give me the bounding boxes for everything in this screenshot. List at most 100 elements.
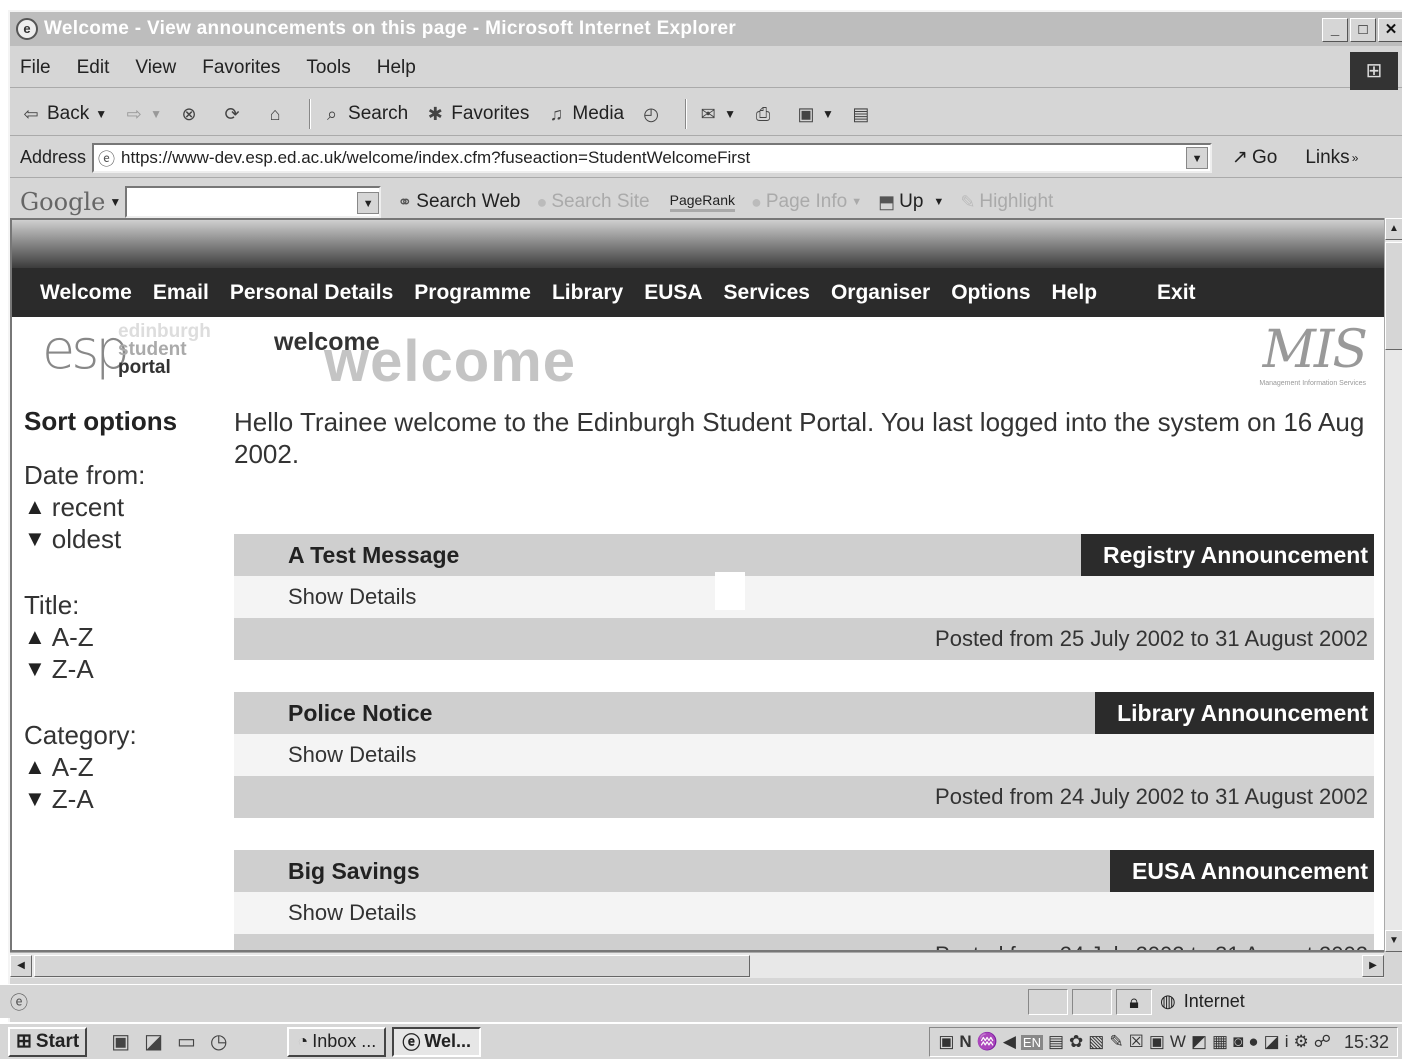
tray-icon[interactable]: ▤ — [1048, 1032, 1064, 1052]
tray-icon[interactable]: ⚙ — [1293, 1032, 1308, 1052]
nav-exit[interactable]: Exit — [1157, 281, 1196, 305]
clock[interactable]: 15:32 — [1344, 1032, 1389, 1053]
page-icon: ⓔ — [98, 150, 116, 169]
back-button[interactable]: ⇦ Back ▼ — [20, 103, 107, 125]
nav-welcome[interactable]: Welcome — [40, 281, 132, 305]
menu-view[interactable]: View — [135, 57, 176, 79]
google-logo[interactable]: Google — [20, 188, 105, 216]
search-site-button[interactable]: ● Search Site — [537, 191, 650, 213]
task-inbox[interactable]: ◔ Inbox ... — [287, 1026, 387, 1057]
tray-icon[interactable]: ◙ — [1233, 1032, 1243, 1052]
tray-icon[interactable]: ▣ — [1149, 1032, 1165, 1052]
announcement-category: Library Announcement — [1095, 692, 1374, 734]
system-tray: ▣ N ♒ ◀︎ EN ▤ ✿ ▧ ✎ ☒ ▣ W ◩ ▦ ◙ ● ◪ i ⚙ … — [929, 1027, 1398, 1057]
vertical-scroll-thumb[interactable] — [1385, 242, 1402, 350]
volume-icon[interactable]: ◀︎ — [1003, 1032, 1016, 1052]
nav-email[interactable]: Email — [153, 281, 209, 305]
nav-eusa[interactable]: EUSA — [644, 281, 702, 305]
menu-help[interactable]: Help — [377, 57, 416, 79]
tray-icon[interactable]: ✎ — [1109, 1032, 1123, 1052]
tray-icon[interactable]: ✿ — [1069, 1032, 1083, 1052]
search-button[interactable]: ⌕ Search — [321, 103, 408, 125]
favorites-button[interactable]: ✱ Favorites — [424, 103, 530, 125]
menu-file[interactable]: File — [20, 57, 51, 79]
show-details-link[interactable]: Show Details — [234, 892, 1374, 934]
nav-organiser[interactable]: Organiser — [831, 281, 930, 305]
up-button[interactable]: ⬒ Up ▼ — [878, 191, 944, 213]
vertical-scrollbar[interactable]: ▲ ▼ — [1384, 218, 1402, 952]
tray-icon[interactable]: ☍ — [1314, 1032, 1331, 1052]
start-button[interactable]: ⊞ Start — [8, 1026, 88, 1057]
refresh-button[interactable]: ⟳ — [221, 103, 248, 125]
nav-help[interactable]: Help — [1052, 281, 1098, 305]
horizontal-scrollbar[interactable]: ◀ ▶ — [10, 952, 1384, 978]
quicklaunch-icon[interactable]: ▣ — [111, 1029, 130, 1054]
nav-personal-details[interactable]: Personal Details — [230, 281, 393, 305]
nav-services[interactable]: Services — [724, 281, 810, 305]
page-info-button[interactable]: ● Page Info ▼ — [751, 191, 862, 213]
sort-date-recent[interactable]: ▲ recent — [24, 491, 224, 523]
tray-icon[interactable]: W — [1170, 1032, 1186, 1052]
menu-favorites[interactable]: Favorites — [202, 57, 280, 79]
nav-programme[interactable]: Programme — [414, 281, 531, 305]
tray-icon[interactable]: ◪ — [1264, 1032, 1280, 1052]
stop-button[interactable]: ⊗ — [178, 103, 205, 125]
home-button[interactable]: ⌂ — [264, 103, 291, 125]
google-search-input[interactable]: ▼ — [125, 186, 382, 218]
nav-library[interactable]: Library — [552, 281, 623, 305]
tray-icon[interactable]: ◩ — [1191, 1032, 1207, 1052]
more-chevron-icon[interactable]: » — [1352, 151, 1359, 165]
tray-icon[interactable]: ☒ — [1129, 1032, 1144, 1052]
close-button[interactable]: ✕ — [1378, 18, 1402, 42]
discuss-button[interactable]: ▤ — [850, 103, 877, 125]
scroll-down-arrow[interactable]: ▼ — [1385, 930, 1402, 952]
maximize-button[interactable]: □ — [1350, 18, 1376, 42]
forward-button[interactable]: ⇨ ▼ — [123, 103, 162, 125]
horizontal-scroll-thumb[interactable] — [34, 955, 750, 977]
quicklaunch-icon[interactable]: ◷ — [210, 1029, 227, 1054]
info-icon[interactable]: i — [1285, 1032, 1289, 1052]
announcement-category: EUSA Announcement — [1110, 850, 1374, 892]
language-icon[interactable]: EN — [1020, 1034, 1043, 1050]
nav-options[interactable]: Options — [951, 281, 1030, 305]
tray-icon[interactable]: ▣ — [938, 1032, 954, 1052]
show-details-link[interactable]: Show Details — [234, 734, 1374, 776]
tray-icon[interactable]: ♒ — [977, 1032, 998, 1052]
sort-date-oldest[interactable]: ▼ oldest — [24, 523, 224, 555]
address-dropdown[interactable]: ▼ — [1186, 146, 1209, 169]
sort-title-za[interactable]: ▼ Z-A — [24, 653, 224, 685]
task-welcome[interactable]: ⓔ Wel... — [392, 1026, 481, 1057]
sort-title-az[interactable]: ▲ A-Z — [24, 621, 224, 653]
tray-icon[interactable]: ▦ — [1212, 1032, 1228, 1052]
media-button[interactable]: ♫ Media — [545, 103, 625, 125]
history-button[interactable]: ◴ — [640, 103, 667, 125]
highlight-button[interactable]: ✎ Highlight — [960, 191, 1053, 213]
edit-button[interactable]: ▣ ▼ — [795, 103, 834, 125]
toolbar-separator — [685, 98, 688, 129]
show-details-link[interactable]: Show Details — [234, 576, 1374, 618]
page-status-icon: ⓔ — [10, 992, 28, 1013]
chevron-down-icon[interactable]: ▼ — [109, 195, 121, 209]
print-button[interactable]: ⎙ — [752, 103, 779, 125]
search-web-button[interactable]: ⚭ Search Web — [397, 191, 520, 213]
go-button[interactable]: Go — [1252, 147, 1277, 169]
links-button[interactable]: Links — [1305, 147, 1349, 169]
info-icon: ● — [751, 191, 762, 212]
address-input[interactable]: ⓔ https://www-dev.esp.ed.ac.uk/welcome/i… — [92, 142, 1213, 173]
sort-category-za[interactable]: ▼ Z-A — [24, 783, 224, 815]
sort-category-az[interactable]: ▲ A-Z — [24, 751, 224, 783]
tray-icon[interactable]: ● — [1248, 1032, 1258, 1052]
show-desktop-icon[interactable]: ▭ — [177, 1029, 196, 1054]
scroll-up-arrow[interactable]: ▲ — [1385, 218, 1402, 240]
tray-icon[interactable]: ▧ — [1088, 1032, 1104, 1052]
scroll-right-arrow[interactable]: ▶ — [1362, 955, 1384, 977]
menu-edit[interactable]: Edit — [77, 57, 110, 79]
google-dropdown[interactable]: ▼ — [357, 192, 380, 214]
quicklaunch-icon[interactable]: ◪ — [144, 1029, 163, 1054]
scroll-left-arrow[interactable]: ◀ — [10, 955, 32, 977]
minimize-button[interactable]: _ — [1322, 18, 1348, 42]
esp-logo: esp edinburgh student portal — [30, 318, 240, 400]
tray-n-icon[interactable]: N — [959, 1032, 971, 1052]
menu-tools[interactable]: Tools — [306, 57, 350, 79]
mail-button[interactable]: ✉ ▼ — [697, 103, 736, 125]
